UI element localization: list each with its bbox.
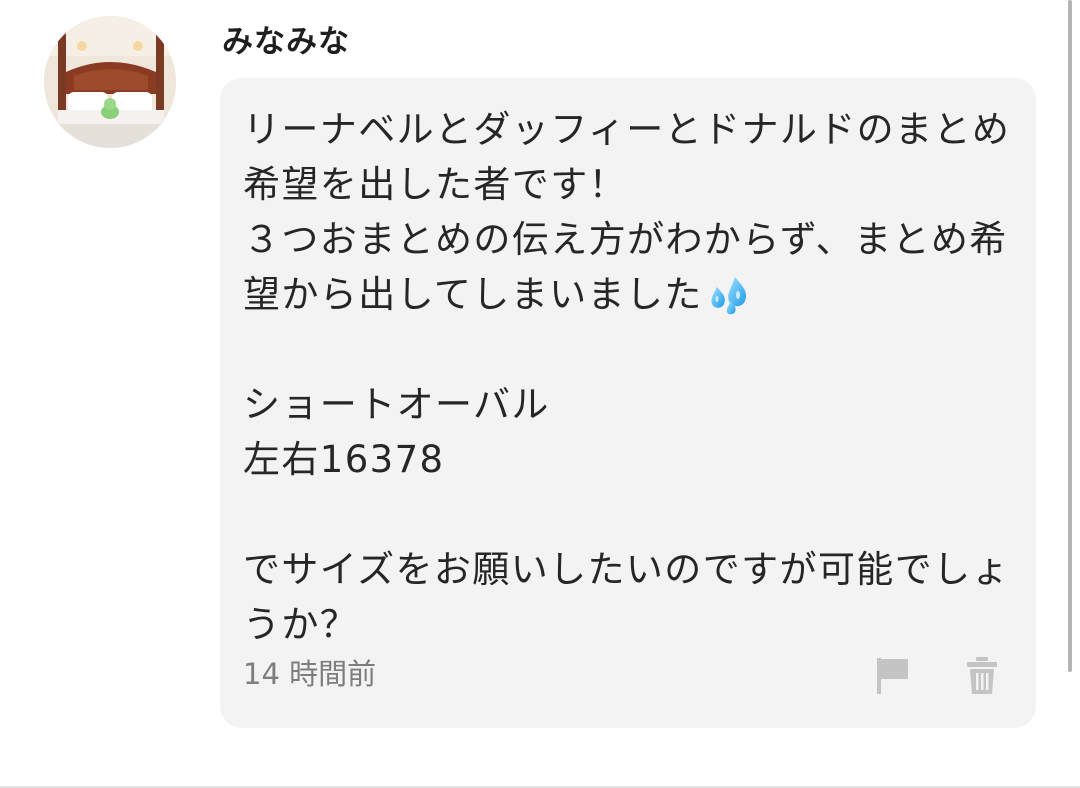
message-line: うか？ <box>243 603 359 646</box>
comment-bubble: リーナベルとダッフィーとドナルドのまとめ 希望を出した者です！ ３つおまとめの伝… <box>220 78 1036 728</box>
comment-timestamp: 14 時間前 <box>243 657 377 691</box>
scrollbar-thumb[interactable] <box>1068 0 1072 672</box>
report-button[interactable] <box>872 654 914 698</box>
comment-message: リーナベルとダッフィーとドナルドのまとめ 希望を出した者です！ ３つおまとめの伝… <box>243 102 1023 652</box>
sweat-droplets-icon <box>711 277 746 315</box>
message-line: でサイズをお願いしたいのですが可能でしょ <box>243 548 1010 591</box>
message-line-text: 望から出してしまいました <box>243 273 703 316</box>
scrollbar[interactable] <box>1060 0 1080 788</box>
message-line: リーナベルとダッフィーとドナルドのまとめ <box>243 108 1011 151</box>
message-line: 望から出してしまいました <box>243 267 1023 322</box>
trash-icon <box>967 657 997 694</box>
message-line: ３つおまとめの伝え方がわからず、まとめ希 <box>243 218 1008 261</box>
username[interactable]: みなみな <box>222 22 350 62</box>
avatar[interactable] <box>44 16 176 148</box>
message-line: 希望を出した者です！ <box>243 163 627 206</box>
avatar-image <box>44 16 176 148</box>
comment-item: みなみな リーナベルとダッフィーとドナルドのまとめ 希望を出した者です！ ３つお… <box>0 0 1080 788</box>
flag-icon <box>877 658 908 694</box>
message-line: 左右16378 <box>243 438 445 481</box>
delete-button[interactable] <box>962 654 1002 698</box>
message-line: ショートオーバル <box>243 383 550 426</box>
